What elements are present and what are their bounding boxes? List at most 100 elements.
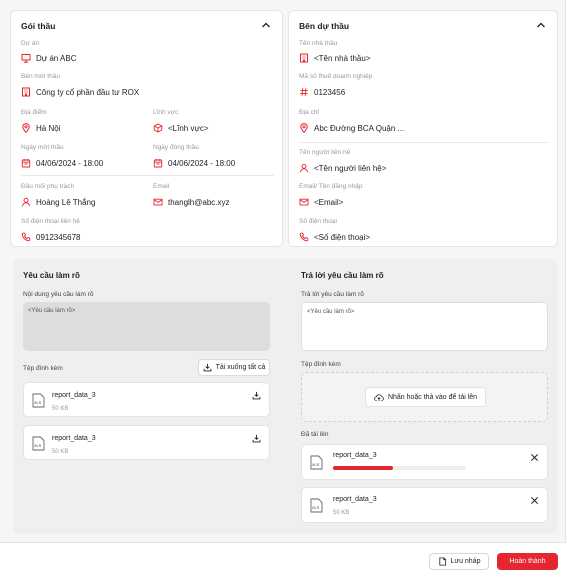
phone-icon (299, 232, 309, 242)
download-all-label: Tải xuống tất cả (215, 364, 266, 371)
location-label: Địa điểm (21, 109, 47, 116)
request-file-size: 50 KB (52, 406, 69, 412)
contact-label: Đầu mối phụ trách (21, 183, 75, 190)
project-value: Dự án ABC (21, 53, 76, 63)
request-title: Yêu cầu làm rõ (23, 271, 80, 280)
download-icon[interactable] (252, 391, 261, 400)
user-icon (300, 163, 308, 173)
xls-file-icon: XLS (32, 393, 45, 408)
bidder-phone-text: <Số điện thoại> (314, 232, 371, 242)
request-attachments-label: Tệp đính kèm (23, 365, 63, 372)
document-icon (438, 557, 446, 566)
request-file-item[interactable]: XLS report_data_3 50 KB (23, 425, 270, 460)
map-pin-icon (22, 123, 30, 133)
close-date-text: 04/06/2024 - 18:00 (168, 158, 236, 168)
close-date-value: 04/06/2024 - 18:00 (153, 158, 235, 168)
upload-button[interactable]: Nhấn hoặc thả vào để tải lên (365, 387, 486, 407)
invite-date-text: 04/06/2024 - 18:00 (36, 158, 104, 168)
bidder-card-title: Bên dự thầu (299, 21, 350, 31)
request-content-label: Nội dung yêu cầu làm rõ (23, 291, 94, 298)
bidder-name-label: Tên nhà thầu (299, 40, 338, 47)
phone-text: 0912345678 (36, 232, 81, 242)
package-card-title: Gói thầu (21, 21, 56, 31)
clarification-panel: Yêu cầu làm rõ Nội dung yêu cầu làm rõ <… (13, 259, 558, 534)
reply-content-input[interactable]: <Yêu cầu làm rõ> (301, 302, 548, 351)
tax-label: Mã số thuế doanh nghiệp (299, 73, 373, 80)
request-file-name: report_data_3 (52, 392, 96, 399)
field-text: <Lĩnh vực> (168, 123, 209, 133)
bidder-email-value: <Email> (299, 197, 343, 207)
uploading-file-name: report_data_3 (333, 452, 377, 459)
phone-icon (21, 232, 31, 242)
mail-icon (299, 198, 309, 206)
request-file-size: 50 KB (52, 449, 69, 455)
uploaded-file-size: 50 KB (333, 510, 350, 516)
project-text: Dự án ABC (36, 53, 77, 63)
cube-icon (153, 123, 163, 133)
upload-progress-fill (333, 466, 393, 470)
close-icon[interactable] (530, 496, 539, 505)
inviter-label: Bên mời thầu (21, 73, 60, 80)
reply-content-label: Trả lời yêu cầu làm rõ (301, 291, 364, 298)
svg-text:XLS: XLS (34, 444, 42, 448)
tax-value: 0123456 (299, 87, 345, 97)
divider (299, 142, 549, 143)
uploaded-file-item[interactable]: XLS report_data_3 50 KB (301, 487, 548, 523)
xls-file-icon: XLS (310, 498, 323, 513)
download-icon (203, 363, 211, 372)
upload-dropzone[interactable]: Nhấn hoặc thả vào để tải lên (301, 372, 548, 422)
email-value: thanglh@abc.xyz (153, 197, 230, 207)
close-icon[interactable] (530, 453, 539, 462)
request-content-text: <Yêu cầu làm rõ> (28, 308, 76, 314)
user-icon (22, 197, 30, 207)
uploading-file-item[interactable]: XLS report_data_3 (301, 444, 548, 480)
uploaded-file-name: report_data_3 (333, 496, 377, 503)
bidder-name-text: <Tên nhà thầu> (314, 53, 371, 63)
reply-title: Trả lời yêu cầu làm rõ (301, 271, 384, 280)
divider (21, 175, 274, 176)
xls-file-icon: XLS (310, 455, 323, 470)
presentation-board-icon (21, 54, 31, 63)
bidder-name-value: <Tên nhà thầu> (299, 53, 371, 63)
tax-text: 0123456 (314, 87, 346, 97)
project-label: Dự án (21, 40, 40, 47)
footer-bar: Lưu nháp Hoàn thành (0, 543, 566, 581)
map-pin-icon (300, 123, 308, 133)
bidder-contact-value: <Tên người liên hệ> (299, 163, 386, 173)
reply-content-placeholder: <Yêu cầu làm rõ> (307, 309, 355, 315)
uploaded-label: Đã tải lên (301, 431, 329, 438)
bidder-phone-label: Số điện thoại (299, 218, 337, 225)
bidder-contact-text: <Tên người liên hệ> (314, 163, 387, 173)
address-label: Địa chỉ (299, 109, 319, 116)
calendar-icon (153, 159, 163, 168)
complete-button[interactable]: Hoàn thành (497, 553, 558, 570)
address-text: Abc Đường BCA Quận ... (314, 123, 405, 133)
inviter-text: Công ty cổ phần đầu tư ROX (36, 87, 140, 97)
location-value: Hà Nội (21, 123, 60, 133)
complete-label: Hoàn thành (509, 558, 546, 565)
request-file-item[interactable]: XLS report_data_3 50 KB (23, 382, 270, 417)
invite-date-value: 04/06/2024 - 18:00 (21, 158, 103, 168)
inviter-value: Công ty cổ phần đầu tư ROX (21, 87, 139, 97)
cloud-upload-icon (374, 393, 384, 401)
email-label: Email (153, 183, 170, 190)
field-label: Lĩnh vực (153, 109, 179, 116)
page-shell: Gói thầu Dự án Dự án ABC Bên mời thầu Cô… (0, 0, 566, 581)
svg-text:XLS: XLS (312, 463, 320, 467)
calendar-icon (21, 159, 31, 168)
package-card: Gói thầu Dự án Dự án ABC Bên mời thầu Cô… (10, 10, 283, 247)
upload-progress-track (333, 466, 466, 470)
download-icon[interactable] (252, 434, 261, 443)
contact-text: Hoàng Lê Thắng (36, 197, 96, 207)
building-icon (22, 87, 30, 97)
field-value: <Lĩnh vực> (153, 123, 209, 133)
chevron-up-icon[interactable] (535, 19, 547, 31)
phone-value: 0912345678 (21, 232, 81, 242)
hash-icon (300, 88, 308, 96)
chevron-up-icon[interactable] (260, 19, 272, 31)
save-draft-button[interactable]: Lưu nháp (429, 553, 489, 570)
phone-label: Số điện thoại liên hệ (21, 218, 80, 225)
bidder-contact-label: Tên người liên hệ (299, 149, 351, 156)
download-all-button[interactable]: Tải xuống tất cả (198, 359, 270, 376)
bidder-email-text: <Email> (314, 197, 344, 207)
